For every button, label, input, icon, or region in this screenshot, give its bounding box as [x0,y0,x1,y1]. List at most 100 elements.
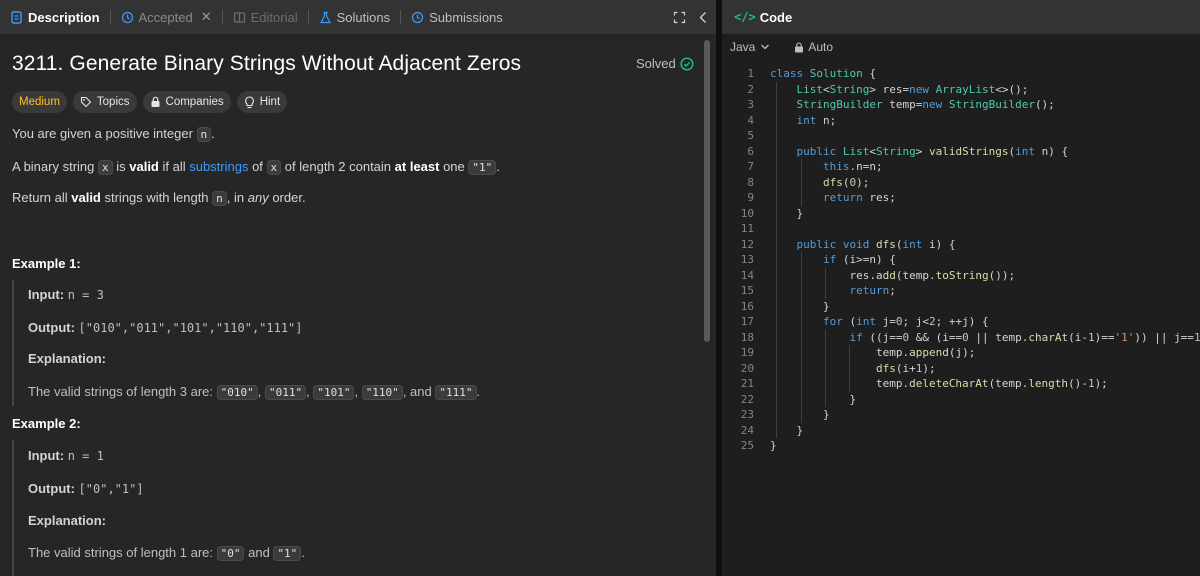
example-2-explanation-label: Explanation: [28,513,106,528]
code-icon: </> [734,10,756,24]
hint-label: Hint [259,96,281,108]
indent-guide [849,345,850,392]
code-panel-header: </> Code [722,0,1200,34]
line-number: 23 [740,408,754,421]
text: , in [226,190,248,205]
description-tabbar: Description Accepted ✕ Editorial Solutio… [0,0,716,34]
code-text: return res; [822,191,896,204]
code-text: if (i>=n) { [822,253,896,266]
indent-guide [776,81,777,438]
output-label: Output: [28,320,75,335]
check-circle-icon [680,56,694,71]
text: . [211,126,215,141]
tab-accepted[interactable]: Accepted ✕ [117,0,216,34]
document-icon [11,10,22,24]
auto-mode-toggle[interactable]: Auto [794,40,833,54]
input-value: n = 1 [67,449,104,463]
code-text: } [770,439,777,452]
text: if all [158,159,190,174]
bold-text: valid [71,190,101,205]
output-value: ["010","011","101","110","111"] [78,321,303,335]
app-root: Description Accepted ✕ Editorial Solutio… [0,0,1200,576]
example-2-output: Output: ["0","1"] [28,481,144,496]
explanation-label: Explanation: [28,513,107,528]
output-value: ["0","1"] [78,482,144,496]
code-text: temp.deleteCharAt(temp.length()-1); [770,377,1108,390]
line-number: 7 [747,160,754,173]
tag-icon [80,96,92,108]
text: order. [268,190,306,205]
line-number: 10 [740,206,754,220]
line-number: 6 [747,144,754,158]
chevron-down-icon [761,44,770,50]
code-text: res.add(temp.toString()); [770,268,1016,282]
description-scrollbar[interactable] [704,40,710,342]
input-label: Input: [28,287,65,302]
text: You are given a positive integer [12,126,197,141]
text: A binary string [12,159,98,174]
tab-description[interactable]: Description [6,0,104,34]
code-text: this.n=n; [822,160,883,173]
inline-code: "101" [313,385,355,400]
line-number: 11 [740,222,754,235]
line-number: 9 [747,191,754,204]
code-text: List<String> res=new ArrayList<>(); [796,82,1029,96]
code-text: int n; [796,113,837,127]
code-text: } [770,423,804,437]
text: of [248,159,267,174]
code-text: if ((j==0 && (i==0 || temp.charAt(i-1)==… [849,330,1200,344]
code-text: return; [849,284,896,297]
inline-code: "011" [264,385,307,400]
tab-separator [109,10,111,24]
indent-guide [801,252,802,423]
description-paragraph-3: Return all valid strings with length n, … [12,190,306,206]
line-number: 22 [740,392,754,406]
inline-code: "111" [435,385,477,400]
inline-code: "0" [216,546,245,561]
example-1-input: Input: n = 3 [28,287,104,302]
topics-button[interactable]: Topics [72,91,137,113]
line-number: 3 [747,98,754,111]
example-2-input: Input: n = 1 [28,448,104,463]
topics-label: Topics [96,96,130,108]
inline-code: "1" [468,160,497,175]
tab-solutions-label: Solutions [336,9,391,25]
text: Return all [12,190,72,205]
indent-guide [801,159,802,206]
tab-solutions[interactable]: Solutions [315,0,394,34]
history-icon [411,11,424,23]
substrings-link[interactable]: substrings [189,159,248,174]
companies-button[interactable]: Companies [142,91,231,113]
inline-code: "010" [216,385,258,400]
text: of length 2 contain [281,159,395,174]
tab-description-label: Description [28,9,100,25]
problem-tags: Medium Topics Companies Hint [12,91,288,113]
language-selector[interactable]: Java [730,40,770,54]
inline-code: x [98,160,113,175]
inline-code: "1" [273,546,302,561]
language-label: Java [730,40,756,54]
input-value: n = 3 [67,288,104,302]
tab-editorial[interactable]: Editorial [229,0,302,34]
tab-separator [400,10,402,24]
maximize-icon[interactable] [673,11,686,24]
lightbulb-icon [244,95,254,108]
line-number: 19 [740,346,754,359]
line-number: 2 [747,82,754,96]
code-text: } [770,206,804,220]
code-panel: </> Code Java Auto 1 class Solution {2 Li… [722,0,1200,576]
close-icon[interactable]: ✕ [201,9,212,25]
tab-submissions[interactable]: Submissions [407,0,507,34]
line-number: 13 [740,253,754,266]
code-toolbar: Java Auto [722,34,1200,60]
panel-controls [673,0,708,34]
tab-submissions-label: Submissions [429,9,503,25]
inline-code: n [212,191,227,206]
line-number: 15 [740,284,754,297]
hint-button[interactable]: Hint [236,91,288,113]
line-number: 25 [740,439,754,452]
lock-icon [151,96,160,107]
chevron-left-icon[interactable] [698,11,708,24]
difficulty-badge: Medium [12,91,67,113]
solved-label: Solved [636,56,676,71]
